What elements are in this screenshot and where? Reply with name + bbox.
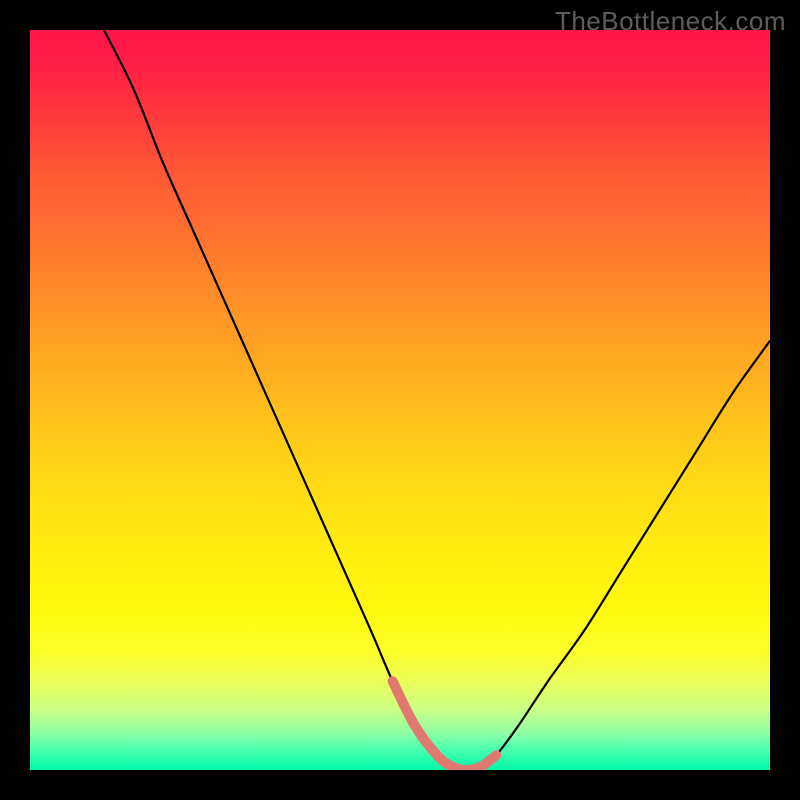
plot-area xyxy=(30,30,770,770)
chart-frame: TheBottleneck.com xyxy=(0,0,800,800)
curve-path xyxy=(104,30,770,770)
watermark-text: TheBottleneck.com xyxy=(555,6,786,37)
chart-svg xyxy=(30,30,770,770)
trough-highlight-path xyxy=(393,681,497,770)
